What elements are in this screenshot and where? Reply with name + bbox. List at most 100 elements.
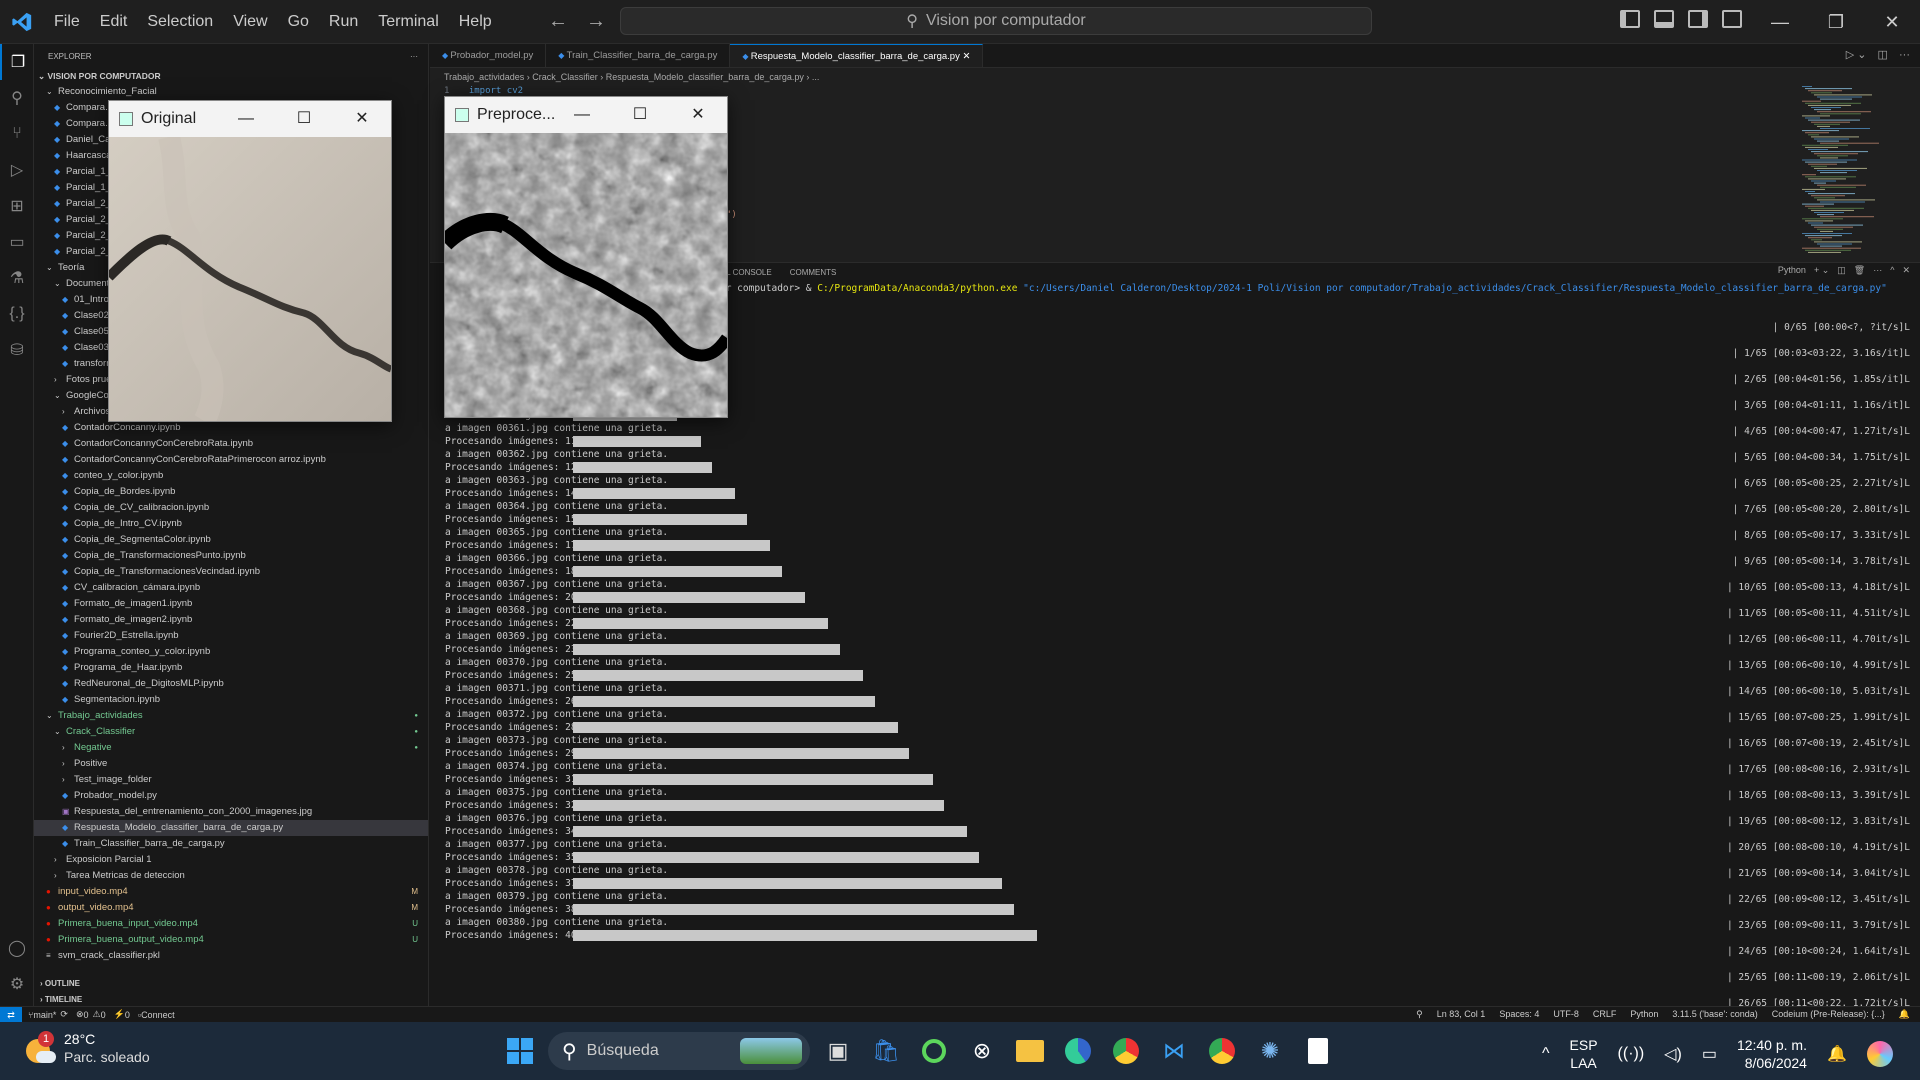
tree-item[interactable]: ◆ RedNeuronal_de_DigitosMLP.ipynb xyxy=(34,676,428,692)
toggle-secondary-sidebar-icon[interactable] xyxy=(1688,10,1708,28)
new-terminal-icon[interactable]: + ⌄ xyxy=(1814,265,1829,276)
json-icon[interactable]: {.} xyxy=(0,296,34,332)
editor-tab[interactable]: ◆ Probador_model.py xyxy=(430,44,547,67)
panel-tab-comments[interactable]: COMMENTS xyxy=(790,268,837,277)
tree-item[interactable]: ◆ Copia_de_TransformacionesPunto.ipynb xyxy=(34,548,428,564)
maximize-icon[interactable]: ☐ xyxy=(275,101,333,137)
more-icon[interactable]: ··· xyxy=(1873,265,1882,276)
breadcrumb-item[interactable]: Respuesta_Modelo_classifier_barra_de_car… xyxy=(606,72,804,82)
tree-item[interactable]: › Negative ● xyxy=(34,740,428,756)
minimize-icon[interactable]: — xyxy=(1752,0,1808,44)
tree-item[interactable]: ◆ Formato_de_imagen2.ipynb xyxy=(34,612,428,628)
menu-view[interactable]: View xyxy=(223,13,277,31)
maximize-icon[interactable]: ❐ xyxy=(1808,0,1864,44)
tree-item[interactable]: ◆ Segmentacion.ipynb xyxy=(34,692,428,708)
tree-item[interactable]: › Tarea Metricas de deteccion xyxy=(34,868,428,884)
terminal-python-label[interactable]: Python xyxy=(1778,265,1806,276)
tree-item[interactable]: › Exposicion Parcial 1 xyxy=(34,852,428,868)
window-titlebar[interactable]: Original — ☐ ✕ xyxy=(109,101,391,137)
tree-item[interactable]: › Positive xyxy=(34,756,428,772)
python-app-icon[interactable]: ✺ xyxy=(1250,1031,1290,1071)
file-explorer-icon[interactable] xyxy=(1010,1031,1050,1071)
line-ending[interactable]: CRLF xyxy=(1593,1009,1617,1020)
blank-document-icon[interactable] xyxy=(1298,1031,1338,1071)
minimap[interactable] xyxy=(1800,86,1910,256)
breadcrumb-item[interactable]: Trabajo_actividades xyxy=(444,72,524,82)
weather-widget[interactable]: 1 28°C Parc. soleado xyxy=(22,1030,150,1066)
indentation[interactable]: Spaces: 4 xyxy=(1499,1009,1539,1020)
menu-selection[interactable]: Selection xyxy=(137,13,223,31)
tree-item[interactable]: ◆ ContadorConcannyConCerebroRata.ipynb xyxy=(34,436,428,452)
editor-tab[interactable]: ◆ Respuesta_Modelo_classifier_barra_de_c… xyxy=(730,44,984,67)
minimize-icon[interactable]: — xyxy=(217,101,275,137)
tree-item[interactable]: ◆ conteo_y_color.ipynb xyxy=(34,468,428,484)
encoding[interactable]: UTF-8 xyxy=(1553,1009,1579,1020)
maximize-panel-icon[interactable]: ^ xyxy=(1890,265,1894,276)
split-editor-icon[interactable]: ◫ xyxy=(1878,49,1888,61)
volume-icon[interactable]: ◁) xyxy=(1664,1044,1682,1064)
back-arrow-icon[interactable]: ← xyxy=(548,10,568,33)
error-count[interactable]: 0 xyxy=(84,1010,89,1020)
workspace-root[interactable]: ⌄ VISION POR COMPUTADOR xyxy=(34,68,428,84)
tree-item[interactable]: ◆ Probador_model.py xyxy=(34,788,428,804)
toggle-sidebar-icon[interactable] xyxy=(1620,10,1640,28)
more-actions-icon[interactable]: ··· xyxy=(410,52,418,61)
chevron-up-icon[interactable]: ^ xyxy=(1542,1045,1550,1063)
customize-layout-icon[interactable] xyxy=(1722,10,1742,28)
remote-explorer-icon[interactable]: ▭ xyxy=(0,224,34,260)
chrome-profile-icon[interactable] xyxy=(1202,1031,1242,1071)
microsoft-store-icon[interactable]: 🛍 xyxy=(866,1031,906,1071)
codeium-status[interactable]: Codeium (Pre-Release): {...} xyxy=(1772,1009,1885,1020)
maximize-icon[interactable]: ☐ xyxy=(611,97,669,133)
close-icon[interactable]: ✕ xyxy=(333,101,391,137)
tree-item[interactable]: ▣ Respuesta_del_entrenamiento_con_2000_im… xyxy=(34,804,428,820)
tree-item[interactable]: ◆ Copia_de_SegmentaColor.ipynb xyxy=(34,532,428,548)
python-interpreter[interactable]: 3.11.5 ('base': conda) xyxy=(1672,1009,1757,1020)
kill-terminal-icon[interactable]: 🗑 xyxy=(1854,265,1865,276)
language-mode[interactable]: Python xyxy=(1630,1009,1658,1020)
task-view-icon[interactable]: ▣ xyxy=(818,1031,858,1071)
battery-icon[interactable]: ▭ xyxy=(1702,1044,1717,1064)
clock[interactable]: 12:40 p. m. 8/06/2024 xyxy=(1737,1036,1807,1072)
edge-browser-icon[interactable] xyxy=(1058,1031,1098,1071)
input-language[interactable]: ESP LAA xyxy=(1570,1036,1598,1072)
notification-bell-icon[interactable]: 🔔 xyxy=(1827,1044,1847,1064)
outline-section[interactable]: › OUTLINE xyxy=(34,976,428,992)
xbox-icon[interactable]: ⊗ xyxy=(962,1031,1002,1071)
menu-run[interactable]: Run xyxy=(319,13,368,31)
chrome-icon[interactable] xyxy=(1106,1031,1146,1071)
run-debug-icon[interactable]: ▷ xyxy=(0,152,34,188)
tree-item[interactable]: ● input_video.mp4 M xyxy=(34,884,428,900)
tree-item[interactable]: ◆ ContadorConcannyConCerebroRataPrimeroco… xyxy=(34,452,428,468)
extensions-icon[interactable]: ⊞ xyxy=(0,188,34,224)
forward-arrow-icon[interactable]: → xyxy=(586,10,606,33)
minimize-icon[interactable]: — xyxy=(553,97,611,133)
tree-item[interactable]: ◆ Formato_de_imagen1.ipynb xyxy=(34,596,428,612)
tree-item[interactable]: ◆ Copia_de_Intro_CV.ipynb xyxy=(34,516,428,532)
remote-indicator[interactable]: ⇄ xyxy=(0,1006,22,1023)
tree-item[interactable]: › Test_image_folder xyxy=(34,772,428,788)
breadcrumb-item[interactable]: ... xyxy=(812,72,820,82)
tree-item[interactable]: ◆ Copia_de_TransformacionesVecindad.ipynb xyxy=(34,564,428,580)
tree-item[interactable]: ◆ Programa_conteo_y_color.ipynb xyxy=(34,644,428,660)
tree-item[interactable]: ⌄ Trabajo_actividades ● xyxy=(34,708,428,724)
menu-go[interactable]: Go xyxy=(278,13,319,31)
tree-item[interactable]: ◆ Programa_de_Haar.ipynb xyxy=(34,660,428,676)
vscode-taskbar-icon[interactable]: ⋈ xyxy=(1154,1031,1194,1071)
more-actions-icon[interactable]: ··· xyxy=(1899,49,1910,61)
tree-item[interactable]: ● output_video.mp4 M xyxy=(34,900,428,916)
tree-item[interactable]: ⌄ Reconocimiento_Facial xyxy=(34,84,428,100)
source-control-icon[interactable]: ⑂ xyxy=(0,116,34,152)
explorer-icon[interactable]: ❐ xyxy=(0,44,34,80)
breadcrumb-item[interactable]: Crack_Classifier xyxy=(532,72,598,82)
tree-item[interactable]: ◆ Train_Classifier_barra_de_carga.py xyxy=(34,836,428,852)
search-icon[interactable]: ⚲ xyxy=(0,80,34,116)
code-editor[interactable]: 1 import cv2 xyxy=(430,86,1920,96)
tree-item[interactable]: ● Primera_buena_output_video.mp4 U xyxy=(34,932,428,948)
tree-item[interactable]: ◆ CV_calibracion_cámara.ipynb xyxy=(34,580,428,596)
manage-gear-icon[interactable]: ⚙ xyxy=(0,966,34,1002)
close-icon[interactable]: ✕ xyxy=(669,97,727,133)
close-icon[interactable]: ✕ xyxy=(1864,0,1920,44)
tree-item[interactable]: ◆ Fourier2D_Estrella.ipynb xyxy=(34,628,428,644)
warning-count[interactable]: 0 xyxy=(101,1010,106,1020)
